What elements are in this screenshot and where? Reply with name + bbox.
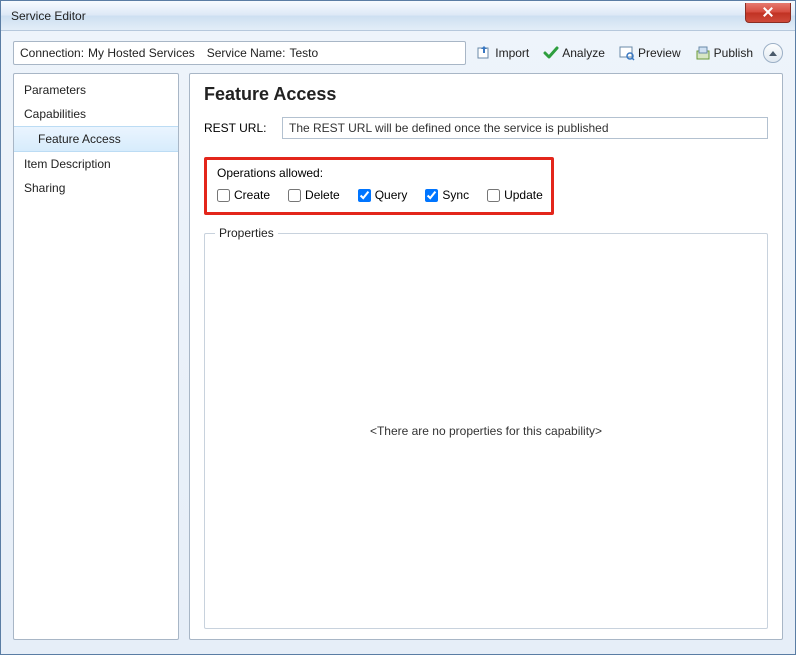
sidebar-item-feature-access[interactable]: Feature Access: [14, 126, 178, 152]
op-update-label: Update: [504, 188, 543, 202]
preview-label: Preview: [638, 46, 681, 60]
sidebar: Parameters Capabilities Feature Access I…: [13, 73, 179, 640]
op-query[interactable]: Query: [358, 188, 408, 202]
main-panel: Feature Access REST URL: Operations allo…: [189, 73, 783, 640]
analyze-label: Analyze: [562, 46, 605, 60]
panel-heading: Feature Access: [204, 84, 768, 105]
op-create[interactable]: Create: [217, 188, 270, 202]
rest-url-field[interactable]: [282, 117, 768, 139]
op-sync-label: Sync: [442, 188, 469, 202]
op-update[interactable]: Update: [487, 188, 543, 202]
service-editor-window: Service Editor Connection: My Hosted Ser…: [0, 0, 796, 655]
close-icon: [763, 7, 773, 17]
rest-url-row: REST URL:: [204, 117, 768, 139]
service-name-value: Testo: [289, 46, 318, 60]
op-create-label: Create: [234, 188, 270, 202]
import-icon: [476, 45, 492, 61]
preview-icon: [619, 45, 635, 61]
connection-value: My Hosted Services: [88, 46, 195, 60]
preview-button[interactable]: Preview: [615, 41, 685, 65]
sidebar-item-sharing[interactable]: Sharing: [14, 176, 178, 200]
op-delete-checkbox[interactable]: [288, 189, 301, 202]
sidebar-item-capabilities[interactable]: Capabilities: [14, 102, 178, 126]
op-create-checkbox[interactable]: [217, 189, 230, 202]
op-query-checkbox[interactable]: [358, 189, 371, 202]
rest-url-label: REST URL:: [204, 121, 272, 135]
titlebar: Service Editor: [1, 1, 795, 31]
op-update-checkbox[interactable]: [487, 189, 500, 202]
collapse-toggle[interactable]: [763, 43, 783, 63]
op-sync-checkbox[interactable]: [425, 189, 438, 202]
properties-group: Properties <There are no properties for …: [204, 233, 768, 629]
sidebar-item-parameters[interactable]: Parameters: [14, 78, 178, 102]
window-title: Service Editor: [11, 9, 745, 23]
close-button[interactable]: [745, 3, 791, 23]
check-icon: [543, 45, 559, 61]
operations-title: Operations allowed:: [217, 166, 541, 180]
import-label: Import: [495, 46, 529, 60]
content-area: Connection: My Hosted Services Service N…: [1, 31, 795, 654]
properties-legend: Properties: [215, 226, 278, 240]
import-button[interactable]: Import: [472, 41, 533, 65]
chevron-up-icon: [769, 51, 777, 56]
operations-checkboxes: Create Delete Query Sync: [217, 188, 541, 202]
service-name-label: Service Name:: [207, 46, 286, 60]
properties-empty-text: <There are no properties for this capabi…: [370, 424, 602, 438]
publish-icon: [695, 45, 711, 61]
sidebar-item-item-description[interactable]: Item Description: [14, 152, 178, 176]
publish-label: Publish: [714, 46, 753, 60]
operations-allowed-group: Operations allowed: Create Delete Que: [204, 157, 554, 215]
op-sync[interactable]: Sync: [425, 188, 469, 202]
toolbar: Connection: My Hosted Services Service N…: [13, 41, 783, 65]
analyze-button[interactable]: Analyze: [539, 41, 609, 65]
main-split: Parameters Capabilities Feature Access I…: [13, 73, 783, 640]
op-delete[interactable]: Delete: [288, 188, 340, 202]
connection-label: Connection:: [20, 46, 84, 60]
connection-info-box[interactable]: Connection: My Hosted Services Service N…: [13, 41, 466, 65]
op-query-label: Query: [375, 188, 408, 202]
op-delete-label: Delete: [305, 188, 340, 202]
publish-button[interactable]: Publish: [691, 41, 757, 65]
